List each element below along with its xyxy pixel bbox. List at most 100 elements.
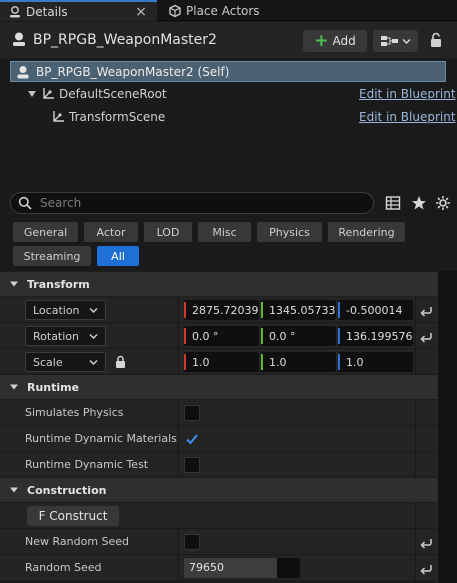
section-construction-header[interactable]: Construction bbox=[0, 478, 437, 502]
rotation-y-value: 0.0 ° bbox=[269, 329, 296, 343]
chevron-down-icon bbox=[89, 359, 98, 366]
scale-y-value: 1.0 bbox=[269, 355, 287, 369]
close-icon[interactable]: × bbox=[135, 4, 147, 20]
rotation-y-field[interactable]: 0.0 ° bbox=[261, 326, 336, 346]
rotation-x-field[interactable]: 0.0 ° bbox=[184, 326, 259, 346]
location-y-field[interactable]: 1345.057333 bbox=[261, 300, 336, 320]
edit-in-blueprint-link[interactable]: Edit in Blueprint bbox=[359, 110, 456, 124]
row-new-random-seed: New Random Seed bbox=[0, 529, 437, 555]
tab-bar: Details × Place Actors bbox=[0, 0, 457, 21]
tree-self-label: BP_RPGB_WeaponMaster2 (Self) bbox=[36, 64, 230, 79]
blueprint-icon bbox=[380, 36, 398, 46]
location-x-field[interactable]: 2875.720391 bbox=[184, 300, 259, 320]
section-title: Transform bbox=[27, 277, 90, 291]
row-simulates-physics: Simulates Physics bbox=[0, 400, 437, 426]
section-runtime-header[interactable]: Runtime bbox=[0, 375, 437, 399]
simulates-physics-checkbox[interactable] bbox=[184, 405, 200, 421]
runtime-dynamic-materials-checkbox[interactable] bbox=[184, 431, 200, 447]
scale-lock-icon[interactable] bbox=[114, 355, 127, 369]
checkmark-icon bbox=[186, 434, 198, 445]
details-panel: Transform Location 2875.720391 1345.0573… bbox=[0, 271, 457, 583]
tab-place-actors[interactable]: Place Actors bbox=[160, 0, 340, 21]
rotation-z-field[interactable]: 136.199576 ° bbox=[338, 326, 413, 346]
actor-header: BP_RPGB_WeaponMaster2 + Add bbox=[0, 22, 457, 58]
rotation-label: Rotation bbox=[33, 329, 80, 343]
actor-icon bbox=[13, 32, 25, 46]
tab-details-label: Details bbox=[26, 4, 68, 19]
row-runtime-dynamic-test: Runtime Dynamic Test bbox=[0, 452, 437, 478]
edit-in-blueprint-link[interactable]: Edit in Blueprint bbox=[359, 87, 456, 101]
reset-to-default-icon[interactable] bbox=[419, 561, 433, 575]
row-scale: Scale 1.0 1.0 1.0 bbox=[0, 349, 437, 375]
reset-to-default-icon[interactable] bbox=[419, 329, 433, 343]
filter-actor[interactable]: Actor bbox=[84, 222, 138, 242]
filter-all[interactable]: All bbox=[97, 246, 139, 266]
component-tree: BP_RPGB_WeaponMaster2 (Self) DefaultScen… bbox=[0, 58, 457, 185]
filter-lod[interactable]: LOD bbox=[144, 222, 192, 242]
rotation-mode-dropdown[interactable]: Rotation bbox=[25, 326, 106, 346]
rotation-z-value: 136.199576 ° bbox=[346, 329, 413, 343]
filter-misc[interactable]: Misc bbox=[198, 222, 251, 242]
chevron-down-icon bbox=[401, 38, 411, 44]
place-actors-icon bbox=[169, 4, 181, 17]
property-matrix-icon[interactable] bbox=[385, 195, 401, 211]
location-y-value: 1345.057333 bbox=[269, 303, 336, 317]
property-label: Runtime Dynamic Test bbox=[25, 458, 149, 471]
details-scrollbar[interactable] bbox=[437, 271, 457, 583]
new-random-seed-checkbox[interactable] bbox=[184, 534, 200, 550]
reset-to-default-icon[interactable] bbox=[419, 303, 433, 317]
tree-item-self[interactable]: BP_RPGB_WeaponMaster2 (Self) bbox=[10, 61, 446, 82]
tree-item-transform-scene[interactable]: TransformScene bbox=[51, 107, 165, 127]
tab-details[interactable]: Details × bbox=[0, 0, 157, 21]
location-x-value: 2875.720391 bbox=[192, 303, 259, 317]
scale-label: Scale bbox=[33, 355, 63, 369]
section-title: Runtime bbox=[27, 380, 80, 394]
search-input[interactable] bbox=[40, 196, 340, 210]
scene-component-icon bbox=[53, 111, 64, 122]
property-label: Simulates Physics bbox=[25, 406, 124, 419]
location-label: Location bbox=[33, 303, 80, 317]
property-label: Runtime Dynamic Materials bbox=[25, 432, 177, 445]
location-z-field[interactable]: -0.500014 bbox=[338, 300, 413, 320]
row-runtime-dynamic-materials: Runtime Dynamic Materials bbox=[0, 426, 437, 452]
actor-name: BP_RPGB_WeaponMaster2 bbox=[33, 32, 217, 48]
scene-component-icon bbox=[43, 88, 54, 99]
row-rotation: Rotation 0.0 ° 0.0 ° 136.199576 ° bbox=[0, 323, 437, 349]
scale-x-value: 1.0 bbox=[192, 355, 210, 369]
caret-down-icon[interactable] bbox=[27, 89, 37, 99]
scale-x-field[interactable]: 1.0 bbox=[184, 352, 259, 372]
random-seed-field[interactable]: 79650 bbox=[184, 558, 300, 578]
blueprint-options-button[interactable] bbox=[373, 30, 418, 52]
random-seed-value: 79650 bbox=[189, 561, 224, 574]
property-label: New Random Seed bbox=[25, 535, 130, 548]
scale-y-field[interactable]: 1.0 bbox=[261, 352, 336, 372]
scale-z-field[interactable]: 1.0 bbox=[338, 352, 413, 372]
gear-icon[interactable] bbox=[435, 195, 451, 211]
scale-mode-dropdown[interactable]: Scale bbox=[25, 352, 106, 372]
reset-to-default-icon[interactable] bbox=[419, 535, 433, 549]
filter-general[interactable]: General bbox=[13, 222, 78, 242]
filter-rendering[interactable]: Rendering bbox=[328, 222, 405, 242]
filter-physics[interactable]: Physics bbox=[257, 222, 322, 242]
property-label: Random Seed bbox=[25, 561, 102, 574]
chevron-down-icon bbox=[89, 333, 98, 340]
caret-down-icon bbox=[10, 384, 18, 390]
caret-down-icon bbox=[10, 487, 18, 493]
chevron-down-icon bbox=[89, 307, 98, 314]
lock-icon[interactable] bbox=[428, 32, 444, 48]
scale-z-value: 1.0 bbox=[346, 355, 364, 369]
tree-item-default-scene-root[interactable]: DefaultSceneRoot bbox=[27, 84, 167, 104]
add-label: Add bbox=[332, 34, 356, 48]
location-z-value: -0.500014 bbox=[346, 303, 403, 317]
add-component-button[interactable]: + Add bbox=[303, 30, 367, 52]
f-construct-button[interactable]: F Construct bbox=[27, 506, 119, 526]
runtime-dynamic-test-checkbox[interactable] bbox=[184, 457, 200, 473]
tree-item-label: DefaultSceneRoot bbox=[59, 87, 167, 101]
search-box[interactable] bbox=[10, 192, 374, 214]
section-transform-header[interactable]: Transform bbox=[0, 272, 437, 296]
location-mode-dropdown[interactable]: Location bbox=[25, 300, 106, 320]
star-icon[interactable] bbox=[411, 195, 427, 211]
row-f-construct: F Construct bbox=[0, 503, 437, 529]
filter-streaming[interactable]: Streaming bbox=[13, 246, 91, 266]
row-random-seed: Random Seed 79650 bbox=[0, 555, 437, 581]
